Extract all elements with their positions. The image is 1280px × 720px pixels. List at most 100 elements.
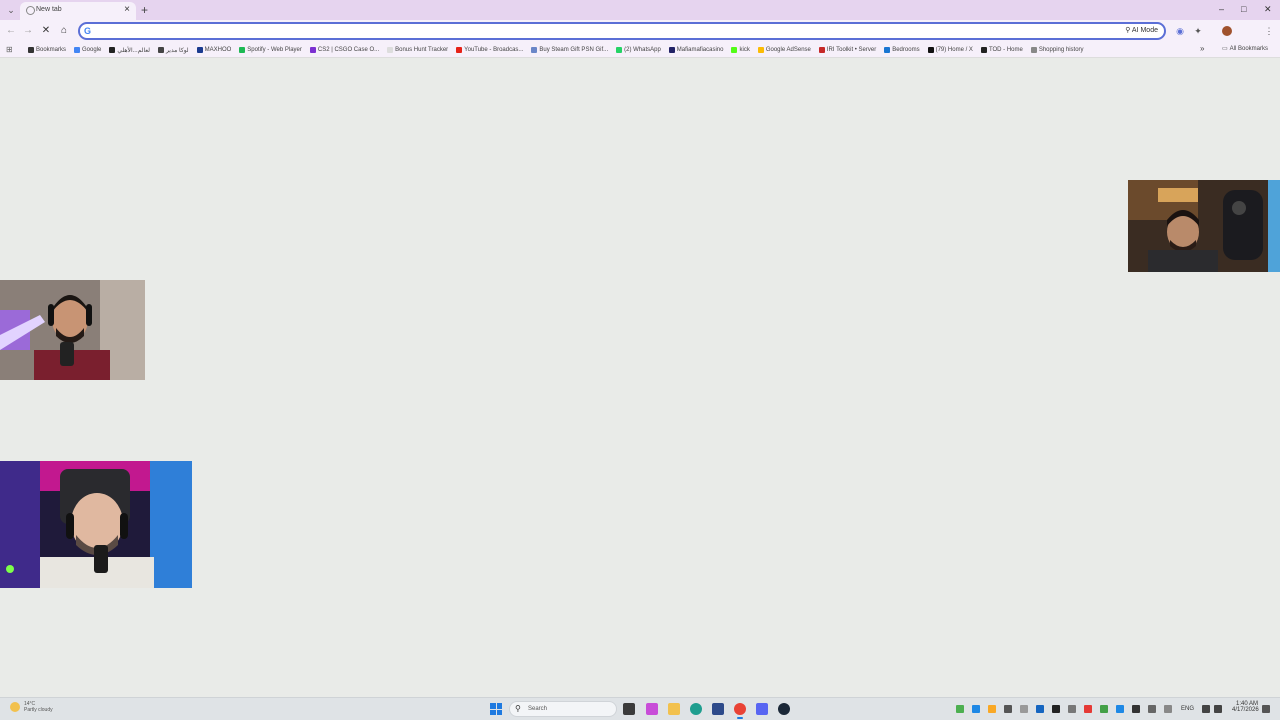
copilot-icon[interactable] (646, 703, 658, 715)
bookmark-item[interactable]: Spotify - Web Player (239, 45, 302, 55)
all-bookmarks-button[interactable]: ▭ All Bookmarks (1222, 45, 1268, 53)
tray-app-icon[interactable] (972, 705, 980, 713)
tray-app-icon[interactable] (1036, 705, 1044, 713)
language-indicator[interactable]: ENG (1181, 706, 1194, 712)
weather-icon (10, 702, 20, 712)
clock-date: 4/17/2026 (1232, 707, 1259, 713)
bookmark-label: MAXHOO (204, 47, 232, 53)
bookmark-favicon-icon (239, 47, 246, 53)
tray-app-icon[interactable] (988, 705, 996, 713)
bookmark-favicon-icon (616, 47, 623, 53)
start-button-icon[interactable] (490, 703, 502, 715)
tray-app-icon[interactable] (1084, 705, 1092, 713)
tray-app-icon[interactable] (1068, 705, 1076, 713)
bookmark-item[interactable]: Bookmarks (28, 45, 66, 55)
steam-icon[interactable] (778, 703, 790, 715)
extensions-icon[interactable]: ✦ (1192, 25, 1204, 37)
bookmarks-bar: ⊞ Bookmarks Google لعالم...الأهلي لوكا مدير… (0, 42, 1280, 58)
bookmark-item[interactable]: IRI Toolkit • Server (818, 45, 877, 55)
discord-icon[interactable] (756, 703, 768, 715)
bookmark-item[interactable]: kick (731, 45, 750, 55)
forward-button[interactable]: → (21, 24, 35, 38)
stop-loading-button[interactable]: ✕ (39, 24, 53, 38)
bookmark-favicon-icon (158, 47, 164, 53)
bookmark-favicon-icon (74, 47, 81, 53)
edge-icon[interactable] (690, 703, 702, 715)
apps-grid-icon[interactable]: ⊞ (6, 45, 16, 55)
taskbar-search[interactable]: ⚲ Search (509, 701, 617, 717)
bookmark-favicon-icon (456, 47, 463, 53)
network-icon[interactable] (1202, 705, 1210, 713)
bookmark-item[interactable]: Google AdSense (757, 45, 811, 55)
bookmark-favicon-icon (1030, 47, 1037, 53)
webcam-overlay-bottom-left (0, 461, 192, 588)
bookmark-item[interactable]: Shopping history (1030, 45, 1084, 55)
bookmark-item[interactable]: Bedrooms (884, 45, 920, 55)
back-button[interactable]: ← (4, 24, 18, 38)
home-button[interactable]: ⌂ (57, 24, 71, 38)
folder-icon: ▭ (1222, 46, 1228, 52)
file-explorer-icon[interactable] (668, 703, 680, 715)
bookmark-item[interactable]: لوكا مدير (158, 45, 189, 55)
bookmark-item[interactable]: CS2 | CSGO Case O... (309, 45, 380, 55)
ai-mode-label: AI Mode (1131, 27, 1158, 34)
bookmark-label: TOD - Home (988, 47, 1023, 53)
bookmark-item[interactable]: Google (74, 45, 101, 55)
address-input[interactable] (96, 25, 1096, 37)
chrome-icon[interactable] (734, 703, 746, 719)
weather-desc: Partly cloudy (24, 707, 53, 713)
bookmark-item[interactable]: Mafiamafiacasino (668, 45, 723, 55)
cast-icon[interactable]: ◉ (1174, 25, 1186, 37)
bookmarks-overflow-button[interactable]: » (1200, 44, 1204, 53)
notifications-icon[interactable] (1262, 705, 1270, 713)
bluetooth-icon[interactable] (1116, 705, 1124, 713)
tray-app-icon[interactable] (1100, 705, 1108, 713)
tab-search-button[interactable]: ⌄ (5, 4, 17, 16)
volume-icon[interactable] (1214, 705, 1222, 713)
tray-app-icon[interactable] (1132, 705, 1140, 713)
task-view-icon[interactable] (623, 703, 635, 715)
minimize-button[interactable]: – (1219, 3, 1224, 15)
bookmark-favicon-icon (531, 47, 538, 53)
maximize-button[interactable]: □ (1241, 3, 1246, 15)
webcam-feed-image (1128, 180, 1280, 272)
profile-avatar[interactable] (1222, 26, 1232, 36)
ai-mode-button[interactable]: ⚲ AI Mode (1125, 25, 1158, 37)
close-window-button[interactable]: ✕ (1264, 3, 1272, 15)
new-tab-favicon-icon (26, 6, 35, 15)
search-icon: ⚲ (515, 704, 521, 713)
tray-app-icon[interactable] (1164, 705, 1172, 713)
store-icon[interactable] (712, 703, 724, 715)
address-bar[interactable]: G ⚲ AI Mode (78, 22, 1166, 40)
bookmark-label: Bookmarks (36, 47, 67, 53)
bookmark-item[interactable]: (79) Home / X (927, 45, 973, 55)
bookmark-label: IRI Toolkit • Server (826, 47, 877, 53)
bookmark-item[interactable]: TOD - Home (980, 45, 1023, 55)
bookmark-favicon-icon (309, 47, 316, 53)
tray-app-icon[interactable] (1020, 705, 1028, 713)
bookmark-item[interactable]: (2) WhatsApp (616, 45, 661, 55)
tab-new-tab[interactable]: New tab × (20, 2, 136, 20)
tray-app-icon[interactable] (1004, 705, 1012, 713)
bookmark-label: (2) WhatsApp (624, 47, 661, 53)
tray-app-icon[interactable] (1148, 705, 1156, 713)
bookmark-item[interactable]: MAXHOO (196, 45, 232, 55)
bookmark-favicon-icon (387, 47, 394, 53)
menu-icon[interactable]: ⋮ (1263, 25, 1275, 37)
bookmark-item[interactable]: Bonus Hunt Tracker (387, 45, 448, 55)
bookmark-item[interactable]: YouTube - Broadcas... (456, 45, 523, 55)
webcam-feed-image (0, 461, 192, 588)
tab-title: New tab (36, 6, 62, 13)
tray-app-icon[interactable] (956, 705, 964, 713)
tray-app-icon[interactable] (1052, 705, 1060, 713)
weather-widget[interactable]: 14°C Partly cloudy (10, 701, 53, 713)
tab-close-button[interactable]: × (124, 4, 130, 16)
clock[interactable]: 1:40 AM 4/17/2026 (1232, 701, 1259, 713)
bookmark-item[interactable]: Buy Steam Gift PSN Gif... (531, 45, 608, 55)
new-tab-button[interactable]: + (141, 3, 148, 17)
bookmark-list: Bookmarks Google لعالم...الأهلي لوكا مدير MA… (28, 45, 1198, 55)
bookmark-label: (79) Home / X (935, 47, 973, 53)
bookmark-item[interactable]: لعالم...الأهلي (109, 45, 150, 55)
bookmark-label: CS2 | CSGO Case O... (317, 47, 380, 53)
bookmark-favicon-icon (980, 47, 987, 53)
